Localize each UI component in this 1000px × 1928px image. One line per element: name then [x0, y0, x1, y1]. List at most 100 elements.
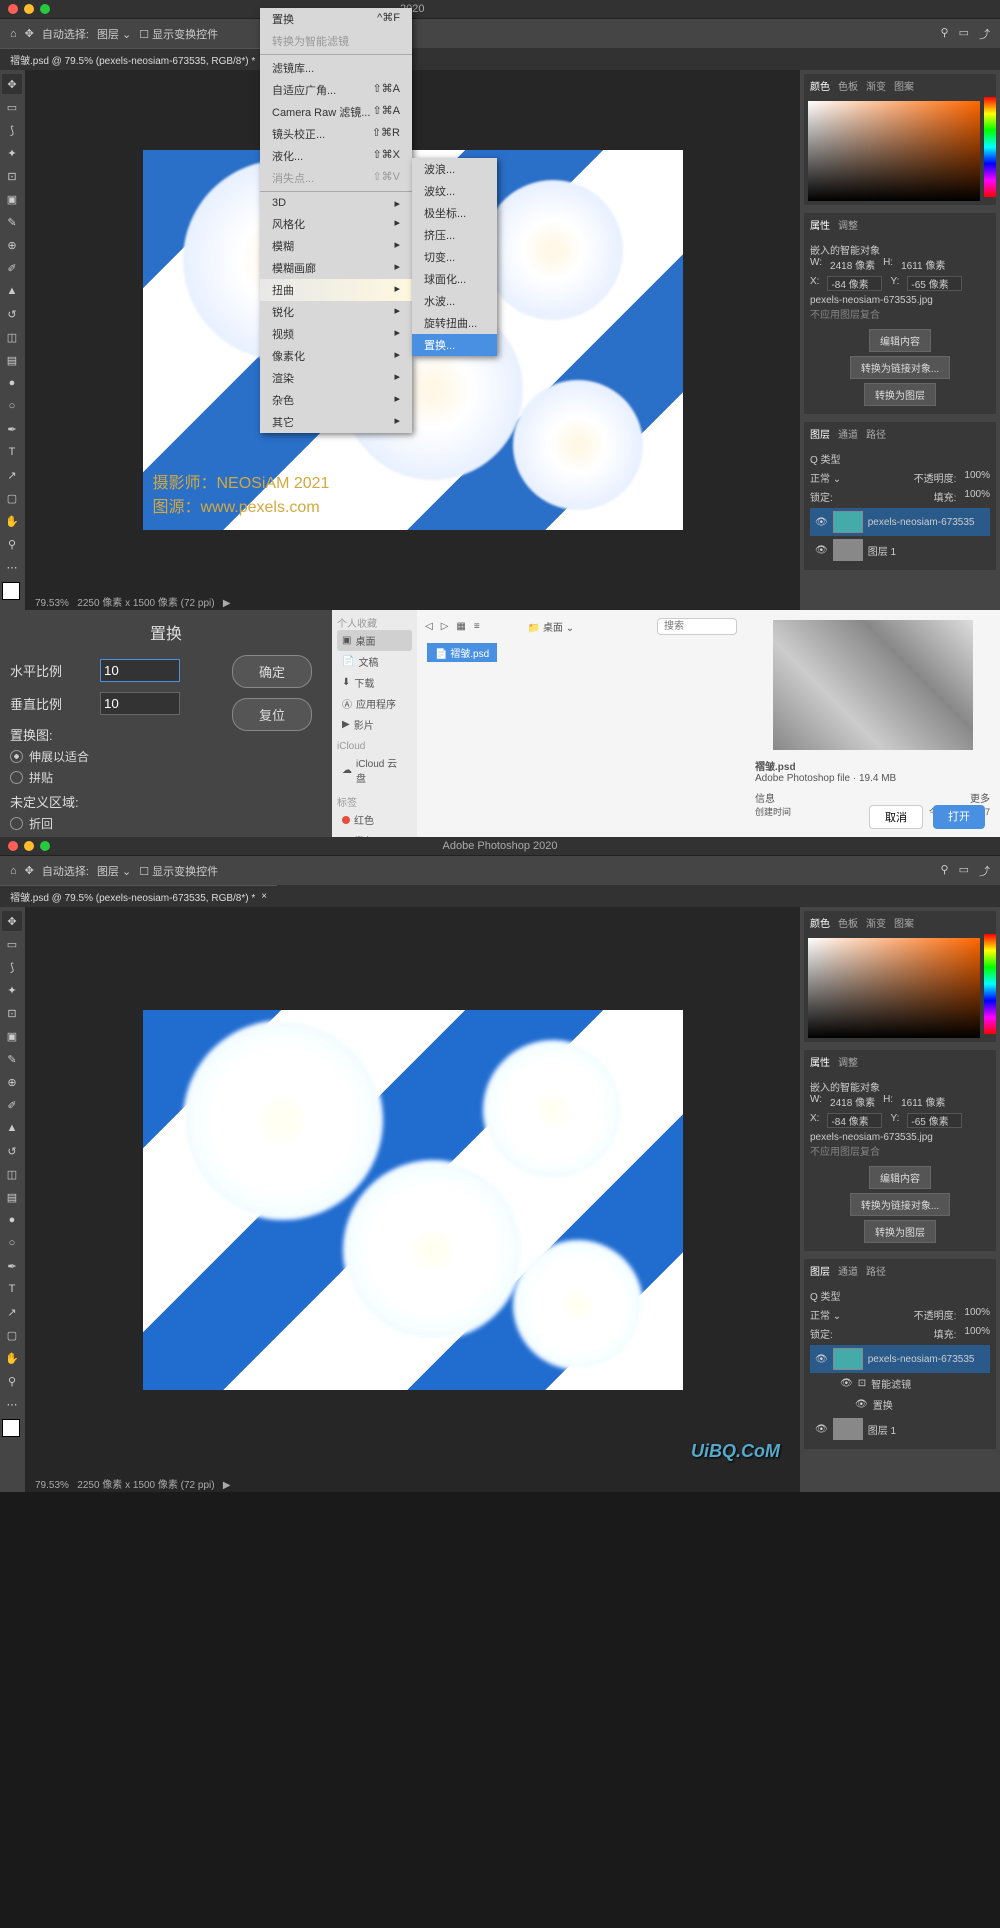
- shape-tool[interactable]: ▢: [2, 1325, 22, 1345]
- maximize-window-btn[interactable]: [40, 4, 50, 14]
- submenu-spherize[interactable]: 球面化...: [412, 268, 497, 290]
- sidebar-apps[interactable]: Ⓐ 应用程序: [337, 693, 412, 714]
- path-tool[interactable]: ↗: [2, 1302, 22, 1322]
- move-tool-icon[interactable]: ✥: [25, 27, 34, 40]
- menu-3d[interactable]: 3D▸: [260, 194, 412, 213]
- color-swatch[interactable]: [2, 582, 20, 600]
- color-field[interactable]: [808, 101, 980, 201]
- radio-wrap[interactable]: 折回: [10, 815, 322, 832]
- minimize-window-btn[interactable]: [24, 4, 34, 14]
- tab-swatches[interactable]: 色板: [838, 78, 858, 93]
- close-tab-icon[interactable]: ×: [261, 891, 267, 902]
- frame-tool[interactable]: ▣: [2, 189, 22, 209]
- crop-tool[interactable]: ⊡: [2, 166, 22, 186]
- type-tool[interactable]: T: [2, 1279, 22, 1299]
- tab-properties[interactable]: 属性: [810, 217, 830, 232]
- edit-contents-btn[interactable]: 编辑内容: [869, 1166, 931, 1189]
- radio-stretch[interactable]: 伸展以适合: [10, 748, 322, 765]
- displace-filter-row[interactable]: 👁置换: [810, 1394, 990, 1415]
- zoom-tool[interactable]: ⚲: [2, 534, 22, 554]
- move-tool[interactable]: ✥: [2, 74, 22, 94]
- x-input[interactable]: [827, 1113, 882, 1128]
- y-input[interactable]: [907, 1113, 962, 1128]
- convert-layer-btn[interactable]: 转换为图层: [864, 1220, 936, 1243]
- fill-value[interactable]: 100%: [964, 489, 990, 504]
- close-window-btn[interactable]: [8, 841, 18, 851]
- submenu-twirl[interactable]: 旋转扭曲...: [412, 312, 497, 334]
- marquee-tool[interactable]: ▭: [2, 934, 22, 954]
- layer-row[interactable]: 👁图层 1: [810, 536, 990, 564]
- eraser-tool[interactable]: ◫: [2, 1164, 22, 1184]
- path-tool[interactable]: ↗: [2, 465, 22, 485]
- menu-pixelate[interactable]: 像素化▸: [260, 345, 412, 367]
- blend-mode[interactable]: 正常 ⌄: [810, 470, 841, 485]
- stamp-tool[interactable]: ▲: [2, 1118, 22, 1138]
- hand-tool[interactable]: ✋: [2, 1348, 22, 1368]
- history-brush-tool[interactable]: ↺: [2, 1141, 22, 1161]
- menu-lens[interactable]: 镜头校正...⇧⌘R: [260, 123, 412, 145]
- hand-tool[interactable]: ✋: [2, 511, 22, 531]
- cancel-button[interactable]: 取消: [869, 805, 923, 829]
- document-tab[interactable]: 褶皱.psd @ 79.5% (pexels-neosiam-673535, R…: [0, 48, 277, 70]
- file-item-selected[interactable]: 📄 褶皱.psd: [427, 643, 497, 662]
- y-input[interactable]: [907, 276, 962, 291]
- view-icons[interactable]: ▦: [456, 621, 465, 632]
- search-icon[interactable]: ⚲: [941, 863, 949, 879]
- move-tool[interactable]: ✥: [2, 911, 22, 931]
- submenu-polar[interactable]: 极坐标...: [412, 202, 497, 224]
- heal-tool[interactable]: ⊕: [2, 235, 22, 255]
- edit-toolbar[interactable]: ⋯: [2, 1394, 22, 1414]
- menu-distort[interactable]: 扭曲▸: [260, 279, 412, 301]
- tab-color[interactable]: 颜色: [810, 78, 830, 93]
- convert-linked-btn[interactable]: 转换为链接对象...: [850, 1193, 950, 1216]
- layer-row[interactable]: 👁pexels-neosiam-673535: [810, 1345, 990, 1373]
- radio-tile[interactable]: 拼贴: [10, 769, 322, 786]
- more-link[interactable]: 更多: [970, 790, 990, 805]
- eraser-tool[interactable]: ◫: [2, 327, 22, 347]
- type-tool[interactable]: T: [2, 442, 22, 462]
- blur-tool[interactable]: ●: [2, 373, 22, 393]
- close-window-btn[interactable]: [8, 4, 18, 14]
- brush-tool[interactable]: ✐: [2, 1095, 22, 1115]
- menu-liquify[interactable]: 液化...⇧⌘X: [260, 145, 412, 167]
- menu-filter-gallery[interactable]: 滤镜库...: [260, 57, 412, 79]
- dodge-tool[interactable]: ○: [2, 1233, 22, 1253]
- submenu-shear[interactable]: 切变...: [412, 246, 497, 268]
- menu-sharpen[interactable]: 锐化▸: [260, 301, 412, 323]
- back-icon[interactable]: ◁: [425, 621, 433, 632]
- eyedropper-tool[interactable]: ✎: [2, 1049, 22, 1069]
- x-input[interactable]: [827, 276, 882, 291]
- tab-gradients[interactable]: 渐变: [866, 78, 886, 93]
- tab-patterns[interactable]: 图案: [894, 78, 914, 93]
- submenu-wave[interactable]: 波浪...: [412, 158, 497, 180]
- brush-tool[interactable]: ✐: [2, 258, 22, 278]
- pen-tool[interactable]: ✒: [2, 419, 22, 439]
- tag-red[interactable]: 红色: [337, 809, 412, 830]
- workspace-icon[interactable]: ▭: [959, 863, 969, 879]
- smart-filters-row[interactable]: 👁⊡智能滤镜: [810, 1373, 990, 1394]
- minimize-window-btn[interactable]: [24, 841, 34, 851]
- sidebar-desktop[interactable]: ▣ 桌面: [337, 630, 412, 651]
- menu-other[interactable]: 其它▸: [260, 411, 412, 433]
- crop-tool[interactable]: ⊡: [2, 1003, 22, 1023]
- visibility-icon[interactable]: 👁: [815, 1354, 828, 1365]
- location-label[interactable]: 桌面: [543, 623, 563, 634]
- view-list[interactable]: ≡: [474, 621, 480, 632]
- layer-row[interactable]: 👁pexels-neosiam-673535: [810, 508, 990, 536]
- layer-row[interactable]: 👁图层 1: [810, 1415, 990, 1443]
- home-icon[interactable]: ⌂: [10, 28, 17, 40]
- submenu-displace[interactable]: 置换...: [412, 334, 497, 356]
- lasso-tool[interactable]: ⟆: [2, 120, 22, 140]
- submenu-water[interactable]: 水波...: [412, 290, 497, 312]
- menu-camera-raw[interactable]: Camera Raw 滤镜...⇧⌘A: [260, 101, 412, 123]
- menu-blur[interactable]: 模糊▸: [260, 235, 412, 257]
- color-field[interactable]: [808, 938, 980, 1038]
- gradient-tool[interactable]: ▤: [2, 1187, 22, 1207]
- edit-toolbar[interactable]: ⋯: [2, 557, 22, 577]
- heal-tool[interactable]: ⊕: [2, 1072, 22, 1092]
- share-icon[interactable]: ⤴: [979, 863, 990, 879]
- zoom-tool[interactable]: ⚲: [2, 1371, 22, 1391]
- opacity-value[interactable]: 100%: [964, 470, 990, 485]
- menu-blur-gallery[interactable]: 模糊画廊▸: [260, 257, 412, 279]
- submenu-ripple[interactable]: 波纹...: [412, 180, 497, 202]
